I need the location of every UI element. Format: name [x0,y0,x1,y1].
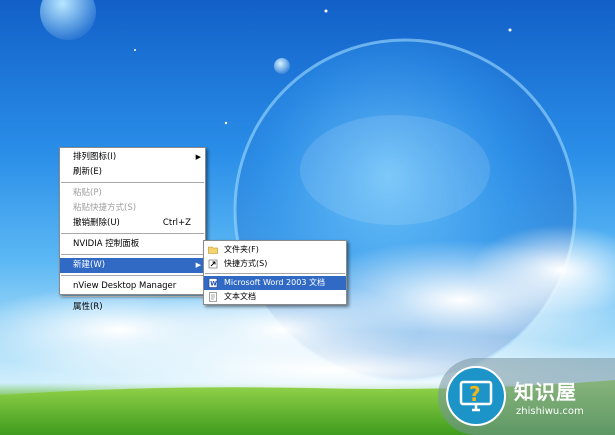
submenu-item-label: 文件夹(F) [224,245,259,254]
menu-separator [61,182,204,183]
desktop[interactable]: 排列图标(I) ▶ 刷新(E) 粘贴(P) 粘贴快捷方式(S) 撤销删除(U) … [0,0,615,435]
menu-separator [61,275,204,276]
menu-item-paste[interactable]: 粘贴(P) [60,186,205,201]
menu-item-new[interactable]: 新建(W) ▶ [60,258,205,273]
submenu-arrow-icon: ▶ [195,261,201,269]
submenu-item-label: 快捷方式(S) [224,259,268,268]
menu-item-shortcut: Ctrl+Z [162,218,191,228]
menu-item-label: 撤销删除(U) [73,218,120,228]
text-doc-icon [209,292,217,302]
svg-text:?: ? [469,382,481,406]
submenu-item-text-document[interactable]: 文本文档 [204,290,346,304]
menu-item-label: NVIDIA 控制面板 [73,239,140,249]
help-question-icon: ? [459,380,493,412]
folder-icon [208,246,218,254]
menu-item-nview-desktop-manager[interactable]: nView Desktop Manager [60,279,205,294]
menu-item-arrange-icons[interactable]: 排列图标(I) ▶ [60,150,205,165]
menu-separator [61,254,204,255]
desktop-context-menu: 排列图标(I) ▶ 刷新(E) 粘贴(P) 粘贴快捷方式(S) 撤销删除(U) … [59,147,206,312]
menu-item-paste-shortcut[interactable]: 粘贴快捷方式(S) [60,201,205,216]
menu-item-undo-delete[interactable]: 撤销删除(U) Ctrl+Z [60,216,205,231]
menu-item-label: 粘贴快捷方式(S) [73,203,137,213]
svg-text:W: W [210,281,217,288]
watermark-logo: ? [446,366,506,426]
new-submenu: 文件夹(F) 快捷方式(S) W Microsoft Word 2003 文档 … [203,240,347,305]
watermark-title: 知识屋 [514,380,577,404]
submenu-item-label: Microsoft Word 2003 文档 [224,278,325,287]
menu-item-properties[interactable]: 属性(R) [60,300,205,315]
site-watermark: ? 知识屋 zhishiwu.com [438,358,615,435]
menu-item-label: 新建(W) [73,260,106,270]
watermark-url: zhishiwu.com [516,406,584,417]
menu-item-label: 刷新(E) [73,167,103,177]
menu-item-label: nView Desktop Manager [73,281,177,291]
menu-separator [205,273,345,274]
menu-item-refresh[interactable]: 刷新(E) [60,165,205,180]
word-doc-icon: W [208,278,218,288]
submenu-item-folder[interactable]: 文件夹(F) [204,243,346,257]
submenu-item-label: 文本文档 [224,292,256,301]
submenu-arrow-icon: ▶ [195,153,201,161]
submenu-item-word-document[interactable]: W Microsoft Word 2003 文档 [204,276,346,290]
shortcut-icon [208,259,218,269]
menu-item-label: 粘贴(P) [73,188,102,198]
menu-separator [61,233,204,234]
menu-item-label: 排列图标(I) [73,152,117,162]
menu-separator [61,296,204,297]
menu-item-nvidia-control-panel[interactable]: NVIDIA 控制面板 [60,237,205,252]
menu-item-label: 属性(R) [73,302,103,312]
submenu-item-shortcut[interactable]: 快捷方式(S) [204,257,346,271]
